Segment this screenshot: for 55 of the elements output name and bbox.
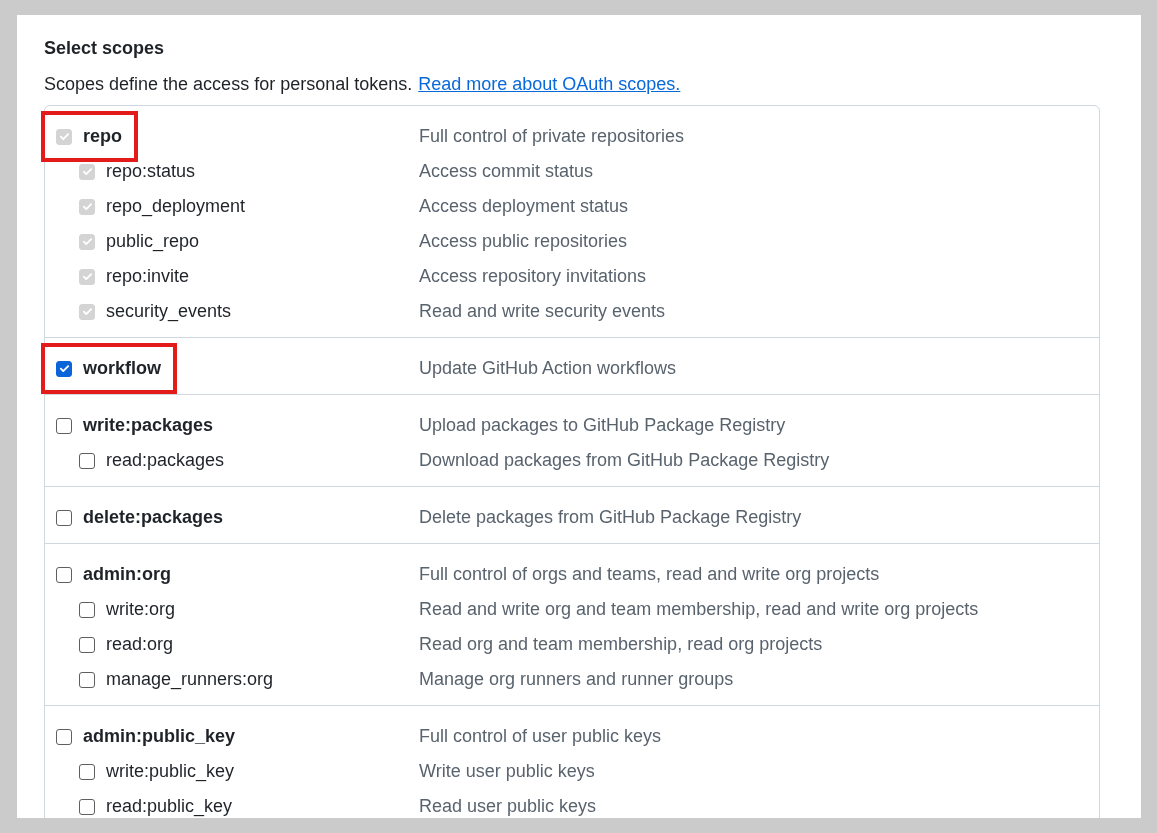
intro-text: Scopes define the access for personal tokens. [44,73,413,96]
scope-description: Access commit status [419,160,594,183]
checkbox[interactable] [79,452,95,469]
scope-description: Read user public keys [419,795,597,818]
scope-description: Access repository invitations [419,265,647,288]
check-icon [81,201,93,212]
scope-description: Read and write security events [419,300,666,323]
scope-description: Full control of user public keys [419,725,662,748]
scope-description: Read org and team membership, read org projects [419,633,823,656]
check-icon [81,166,93,177]
scope-description: Delete packages from GitHub Package Registry [419,506,802,529]
scope-description: Access public repositories [419,230,628,253]
checkbox[interactable] [56,566,72,583]
check-icon [58,131,70,142]
scope-name: admin:org [83,563,171,586]
checkbox[interactable] [79,636,95,653]
checkbox[interactable] [56,509,72,526]
checkbox[interactable] [56,728,72,745]
scope-name: read:packages [106,449,225,472]
scope-name: read:public_key [106,795,233,818]
scope-name: manage_runners:org [106,668,274,692]
scope-description: Manage org runners and runner groups [419,668,734,691]
checkbox[interactable] [79,763,95,780]
scope-name: write:public_key [106,760,235,784]
scope-description: Download packages from GitHub Package Registry [419,449,830,472]
scope-name: repo:invite [106,265,190,288]
scope-description: Full control of private repositories [419,125,685,148]
scope-name: write:org [106,598,176,621]
scope-name: read:org [106,633,174,656]
check-icon [81,236,93,247]
checkbox[interactable] [56,417,72,434]
scope-name: security_events [106,300,232,324]
scope-name: public_repo [106,230,200,254]
scope-name: write:packages [83,414,214,437]
scope-description: Update GitHub Action workflows [419,357,677,380]
checkbox[interactable] [79,798,95,815]
scope-name: workflow [83,357,161,380]
scope-name: repo_deployment [106,195,246,219]
scope-description: Upload packages to GitHub Package Registry [419,414,786,437]
scope-name: repo [83,125,122,148]
scope-description: Write user public keys [419,760,595,783]
scope-name: admin:public_key [83,725,236,748]
scope-name: repo:status [106,160,196,183]
check-icon [81,271,93,282]
oauth-scopes-link[interactable]: Read more about OAuth scopes. [418,71,681,97]
check-icon [81,306,93,317]
check-icon [58,363,70,374]
scope-description: Full control of orgs and teams, read and write org projects [419,563,880,586]
scope-name: delete:packages [83,506,224,529]
checkbox[interactable] [79,671,95,688]
scope-description: Read and write org and team membership, read and write org projects [419,598,979,621]
section-heading: Select scopes [44,37,166,60]
checkbox[interactable] [56,360,72,377]
checkbox[interactable] [79,601,95,618]
scope-description: Access deployment status [419,195,629,218]
